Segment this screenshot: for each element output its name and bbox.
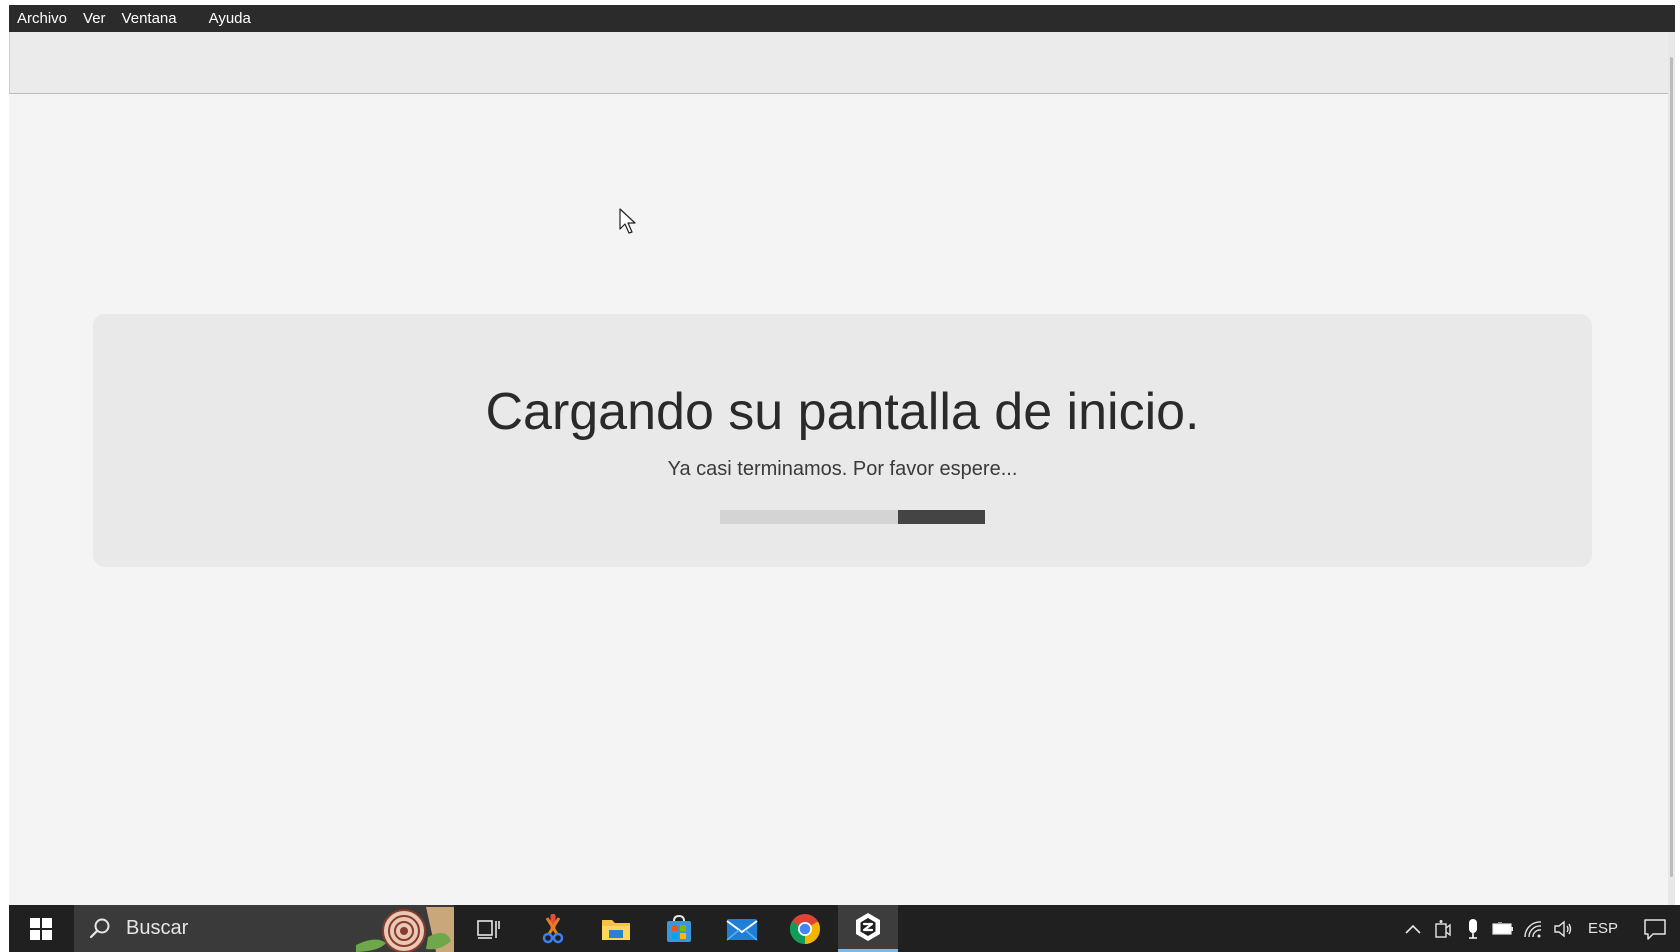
menu-ventana[interactable]: Ventana xyxy=(114,5,185,32)
tray-overflow-button[interactable] xyxy=(1398,905,1428,952)
tray-volume[interactable] xyxy=(1548,905,1578,952)
tray-wifi[interactable] xyxy=(1518,905,1548,952)
mouse-cursor-icon xyxy=(619,208,636,234)
menu-ver[interactable]: Ver xyxy=(75,5,114,32)
taskbar-app-mail[interactable] xyxy=(712,905,772,952)
menu-bar: Archivo Ver Ventana Ayuda xyxy=(9,5,1675,32)
task-view-button[interactable] xyxy=(459,905,519,952)
taskbar-app-microsoft-store[interactable] xyxy=(649,905,709,952)
loading-card: Cargando su pantalla de inicio. Ya casi … xyxy=(93,314,1592,567)
notification-icon xyxy=(1644,918,1666,940)
action-center-button[interactable] xyxy=(1630,905,1680,952)
search-highlight-flower-icon xyxy=(356,907,454,952)
windows-logo-icon xyxy=(29,917,52,940)
meet-now-icon xyxy=(1435,919,1451,938)
progress-bar xyxy=(720,510,985,524)
taskbar-app-chrome[interactable] xyxy=(775,905,835,952)
start-button[interactable] xyxy=(9,905,72,952)
task-view-icon xyxy=(477,919,500,939)
taskbar-app-snipping-tool[interactable] xyxy=(523,905,583,952)
vertical-scrollbar[interactable] xyxy=(1668,32,1675,905)
file-explorer-icon xyxy=(602,919,630,940)
volume-icon xyxy=(1554,920,1572,937)
menu-ayuda[interactable]: Ayuda xyxy=(201,5,259,32)
taskbar-app-active[interactable] xyxy=(838,905,898,952)
taskbar-app-file-explorer[interactable] xyxy=(586,905,646,952)
input-language-indicator[interactable]: ESP xyxy=(1578,920,1630,937)
tray-microphone[interactable] xyxy=(1458,905,1488,952)
microphone-icon xyxy=(1468,918,1477,939)
toolbar-area xyxy=(9,32,1675,94)
taskbar: Buscar ESP xyxy=(9,905,1680,952)
app-window: Archivo Ver Ventana Ayuda Cargando su pa… xyxy=(9,5,1675,905)
search-placeholder: Buscar xyxy=(126,917,189,939)
chrome-icon xyxy=(789,913,821,944)
loading-subtitle: Ya casi terminamos. Por favor espere... xyxy=(667,458,1018,480)
microsoft-store-icon xyxy=(667,914,691,942)
menu-archivo[interactable]: Archivo xyxy=(9,5,75,32)
progress-bar-fill xyxy=(897,510,985,524)
search-icon xyxy=(89,918,110,938)
snipping-tool-icon xyxy=(542,913,564,943)
tray-battery[interactable] xyxy=(1488,905,1518,952)
app-hexagon-icon xyxy=(856,913,880,941)
mail-icon xyxy=(726,918,758,941)
taskbar-search-box[interactable]: Buscar xyxy=(74,905,454,952)
scrollbar-thumb[interactable] xyxy=(1670,57,1673,877)
tray-meet-now[interactable] xyxy=(1428,905,1458,952)
loading-title: Cargando su pantalla de inicio. xyxy=(485,383,1200,441)
system-tray: ESP xyxy=(1398,905,1680,952)
wifi-icon xyxy=(1524,920,1542,937)
chevron-up-icon xyxy=(1405,924,1421,934)
battery-icon xyxy=(1492,921,1513,935)
